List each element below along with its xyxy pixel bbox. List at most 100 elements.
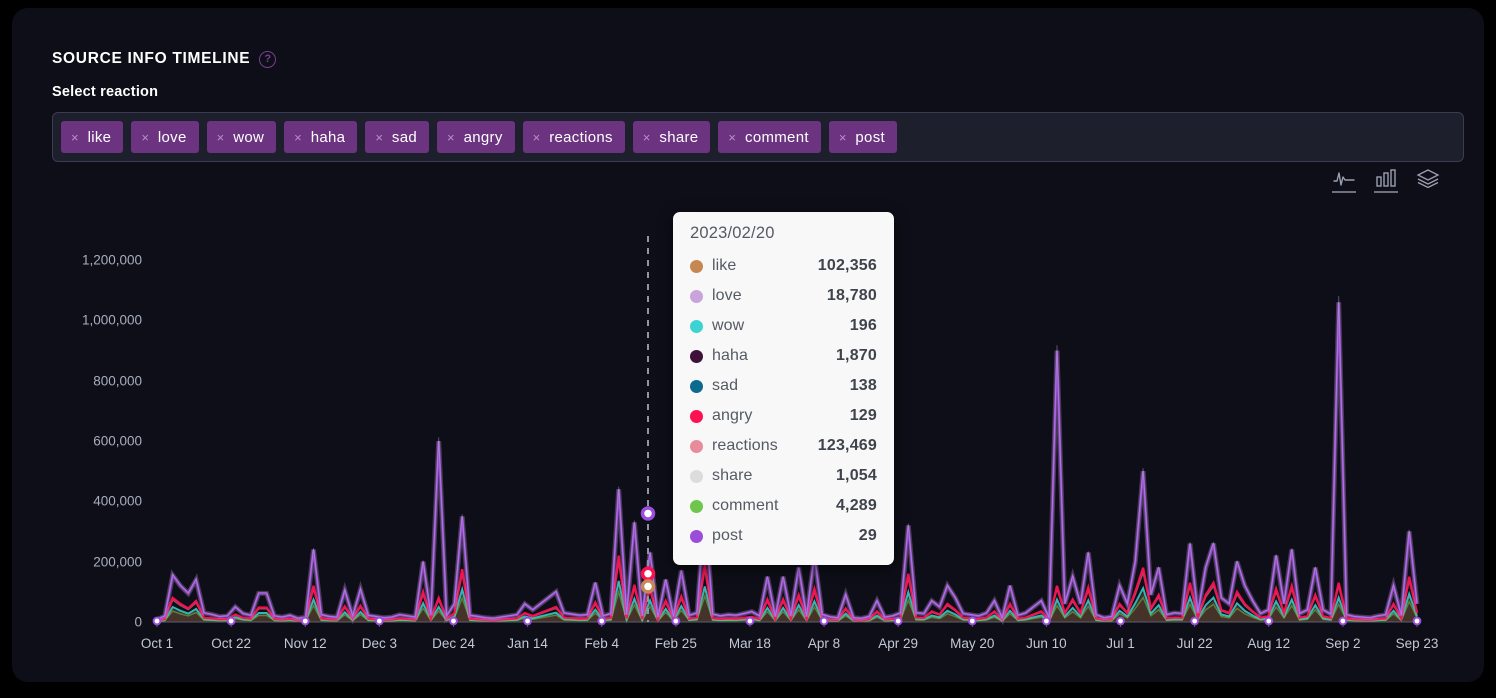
chart-tooltip: 2023/02/20 like 102,356 love 18,780 wow 196 ha… (673, 212, 894, 565)
data-point-marker[interactable] (893, 616, 903, 626)
series-color-dot (690, 319, 703, 333)
series-color-dot (690, 499, 703, 513)
chip-label: reactions (549, 128, 613, 146)
data-point-marker[interactable] (671, 616, 681, 626)
reaction-chip-wow[interactable]: × wow (206, 121, 277, 153)
reaction-chip-love[interactable]: × love (131, 121, 199, 153)
tooltip-row-wow: wow 196 (690, 311, 877, 341)
reaction-chip-reactions[interactable]: × reactions (522, 121, 625, 153)
chip-remove-icon[interactable]: × (643, 131, 651, 144)
series-color-dot (690, 469, 703, 483)
data-point-marker[interactable] (745, 616, 755, 626)
chip-label: love (157, 128, 187, 146)
chip-remove-icon[interactable]: × (294, 131, 302, 144)
tooltip-row-love: love 18,780 (690, 281, 877, 311)
tooltip-row-share: share 1,054 (690, 461, 877, 491)
data-point-marker[interactable] (1412, 616, 1422, 626)
hover-point-marker (640, 566, 656, 581)
data-point-marker[interactable] (374, 616, 384, 626)
chip-label: post (855, 128, 885, 146)
tooltip-row-haha: haha 1,870 (690, 341, 877, 371)
chip-label: wow (233, 128, 265, 146)
chip-remove-icon[interactable]: × (71, 131, 79, 144)
data-point-marker[interactable] (449, 616, 458, 626)
help-circle-icon[interactable]: ? (259, 50, 277, 68)
page-title: SOURCE INFO TIMELINE (52, 50, 251, 67)
source-info-timeline-panel: SOURCE INFO TIMELINE ? Select reaction ×… (12, 8, 1484, 682)
data-point-marker[interactable] (152, 616, 162, 626)
reaction-multiselect[interactable]: × like × love × wow × haha × sad × angry × reactions ×… (52, 112, 1464, 162)
chip-remove-icon[interactable]: × (839, 131, 847, 144)
tooltip-series-value: 129 (849, 407, 877, 424)
chip-remove-icon[interactable]: × (217, 131, 225, 144)
reaction-chip-comment[interactable]: × comment (718, 121, 821, 153)
data-point-marker[interactable] (1042, 616, 1051, 626)
data-point-marker[interactable] (597, 616, 607, 626)
tooltip-series-value: 29 (858, 527, 877, 544)
tooltip-series-name: post (712, 527, 743, 544)
chip-remove-icon[interactable]: × (447, 131, 455, 144)
data-point-marker[interactable] (300, 616, 310, 626)
series-color-dot (690, 409, 703, 423)
reaction-chip-sad[interactable]: × sad (365, 121, 429, 153)
tooltip-series-value: 102,356 (817, 257, 877, 274)
data-point-marker[interactable] (819, 616, 829, 626)
tooltip-series-name: like (712, 257, 737, 274)
reaction-chip-post[interactable]: × post (828, 121, 897, 153)
tooltip-row-sad: sad 138 (690, 371, 877, 401)
chip-label: like (87, 128, 112, 146)
tooltip-series-name: comment (712, 497, 779, 514)
tooltip-series-value: 196 (849, 317, 877, 334)
chip-label: haha (310, 128, 346, 146)
chip-remove-icon[interactable]: × (728, 131, 736, 144)
data-point-marker[interactable] (967, 616, 977, 626)
series-color-dot (690, 439, 703, 453)
tooltip-series-name: sad (712, 377, 739, 394)
reaction-chip-angry[interactable]: × angry (437, 121, 515, 153)
tooltip-series-value: 123,469 (817, 437, 877, 454)
chip-remove-icon[interactable]: × (141, 131, 149, 144)
tooltip-series-name: haha (712, 347, 748, 364)
chip-remove-icon[interactable]: × (533, 131, 541, 144)
data-point-marker[interactable] (1116, 616, 1125, 626)
tooltip-series-name: wow (712, 317, 745, 334)
tooltip-series-value: 138 (849, 377, 877, 394)
data-point-marker[interactable] (226, 616, 236, 626)
tooltip-row-post: post 29 (690, 521, 877, 551)
chip-label: comment (745, 128, 809, 146)
tooltip-row-like: like 102,356 (690, 251, 877, 281)
tooltip-row-reactions: reactions 123,469 (690, 431, 877, 461)
tooltip-series-value: 4,289 (835, 497, 877, 514)
series-color-dot (690, 349, 703, 363)
reaction-chip-share[interactable]: × share (632, 121, 711, 153)
data-point-marker[interactable] (1190, 616, 1200, 626)
chip-label: share (659, 128, 699, 146)
hover-point-marker (640, 506, 656, 521)
panel-header: SOURCE INFO TIMELINE ? (52, 50, 277, 68)
select-reaction-label: Select reaction (52, 84, 159, 100)
tooltip-row-comment: comment 4,289 (690, 491, 877, 521)
data-point-marker[interactable] (1264, 616, 1274, 626)
reaction-chip-haha[interactable]: × haha (284, 121, 358, 153)
tooltip-row-angry: angry 129 (690, 401, 877, 431)
series-color-dot (690, 289, 703, 303)
tooltip-series-value: 1,870 (835, 347, 877, 364)
series-color-dot (690, 529, 703, 543)
tooltip-series-value: 18,780 (826, 287, 877, 304)
series-color-dot (690, 379, 703, 393)
hover-point-marker (640, 579, 656, 594)
tooltip-series-name: angry (712, 407, 753, 424)
series-color-dot (690, 259, 703, 273)
chip-remove-icon[interactable]: × (375, 131, 383, 144)
data-point-marker[interactable] (523, 616, 532, 626)
chip-label: sad (391, 128, 417, 146)
reaction-chip-like[interactable]: × like (61, 121, 124, 153)
chip-label: angry (463, 128, 503, 146)
tooltip-series-name: share (712, 467, 753, 484)
tooltip-rows: like 102,356 love 18,780 wow 196 haha 1,870 sad 1… (690, 251, 877, 551)
tooltip-series-value: 1,054 (835, 467, 877, 484)
data-point-marker[interactable] (1338, 616, 1348, 626)
tooltip-date: 2023/02/20 (690, 224, 775, 242)
tooltip-series-name: love (712, 287, 742, 304)
tooltip-series-name: reactions (712, 437, 778, 454)
